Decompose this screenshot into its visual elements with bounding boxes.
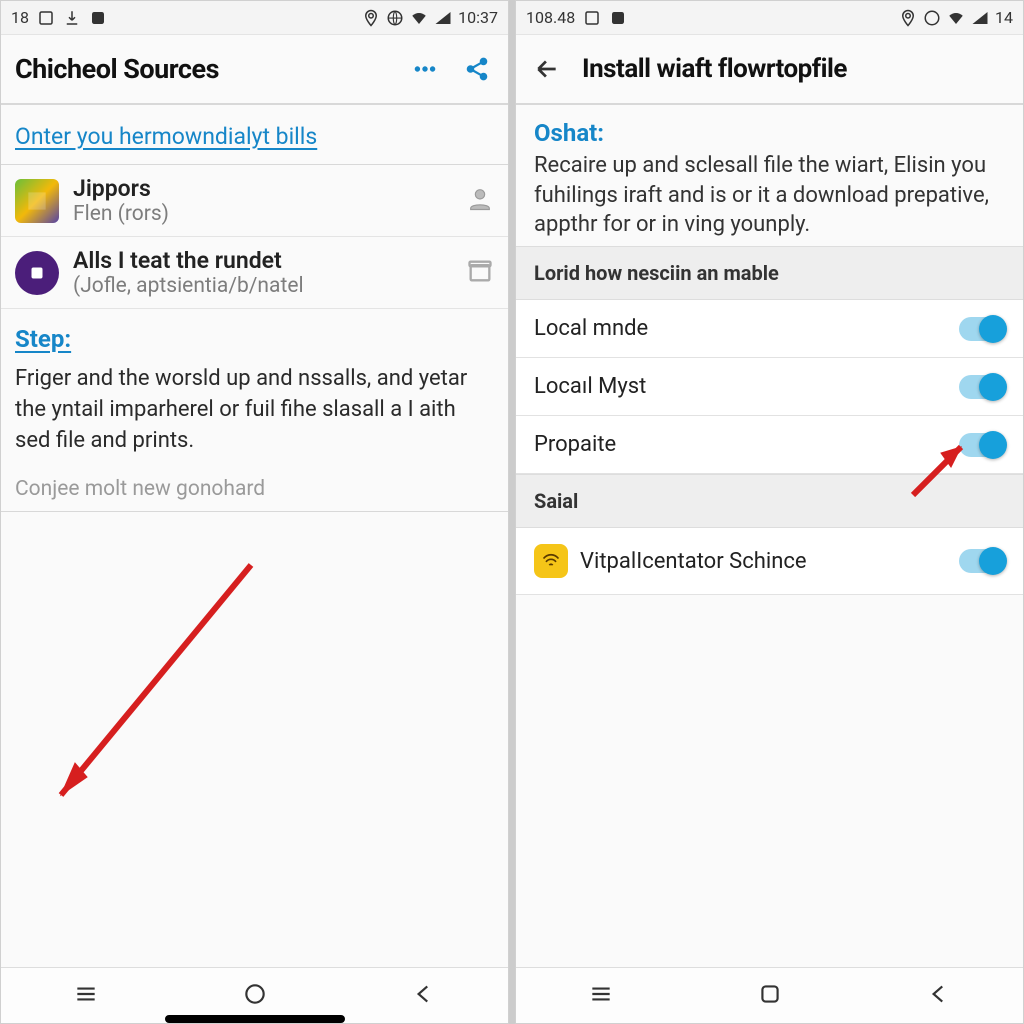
status-bar: 108.48 14 [516, 1, 1023, 35]
toggle-switch[interactable] [959, 317, 1005, 341]
page-title: Install wiaft flowrtopfile [582, 54, 1009, 84]
wifi-icon [947, 9, 965, 27]
status-left-text: 108.48 [526, 8, 575, 27]
signal-icon [971, 9, 989, 27]
left-phone-frame: 18 10:37 Chicheol Sources Onter you herm… [0, 0, 509, 1024]
toggle-label: Locaıl Myst [534, 374, 646, 399]
list-item-title: Jippors [73, 175, 452, 202]
toggle-row[interactable]: Locaıl Myst [516, 358, 1023, 416]
muted-caption: Conjee molt new gonohard [1, 467, 508, 512]
back-button[interactable] [411, 981, 437, 1011]
clock-text: 14 [995, 8, 1013, 27]
app-bar: Install wiaft flowrtopfile [516, 35, 1023, 105]
toggle-row[interactable]: VitpalIcentator Schince [516, 528, 1023, 595]
step-heading: Step: [1, 309, 508, 357]
location-icon [899, 9, 917, 27]
globe-icon [923, 9, 941, 27]
recents-button[interactable] [73, 981, 99, 1011]
recents-button[interactable] [588, 981, 614, 1011]
clock-text: 10:37 [458, 8, 498, 27]
status-bar: 18 10:37 [1, 1, 508, 35]
list-item[interactable]: Jippors Flen (rors) [1, 165, 508, 237]
app-icon [609, 9, 627, 27]
section-header: Lorid how nesciin an mable [516, 246, 1023, 300]
status-left-text: 18 [11, 8, 29, 27]
home-button[interactable] [757, 981, 783, 1011]
notification-icon [37, 9, 55, 27]
signal-icon [434, 9, 452, 27]
content-area: Onter you hermowndialyt bills Jippors Fl… [1, 105, 508, 967]
page-title: Chicheol Sources [15, 53, 390, 85]
toggle-label: Local mnde [534, 316, 648, 341]
app-icon-vitpal [534, 544, 568, 578]
toggle-switch[interactable] [959, 375, 1005, 399]
header-link[interactable]: Onter you hermowndialyt bills [1, 105, 508, 165]
app-icon [89, 9, 107, 27]
right-phone-frame: 108.48 14 Install wiaft flowrtopfile Osh… [515, 0, 1024, 1024]
download-icon [63, 9, 81, 27]
app-bar: Chicheol Sources [1, 35, 508, 105]
back-button[interactable] [926, 981, 952, 1011]
toggle-row[interactable]: Local mnde [516, 300, 1023, 358]
toggle-row[interactable]: Propaite [516, 416, 1023, 474]
toggle-label: Propaite [534, 432, 616, 457]
step-paragraph: Friger and the worsld up and nssalls, an… [1, 357, 508, 467]
toggle-switch[interactable] [959, 433, 1005, 457]
notification-icon [583, 9, 601, 27]
list-item-subtitle: (Jofle, aptsientia/b/natel [73, 274, 452, 298]
list-item-subtitle: Flen (rors) [73, 202, 452, 226]
app-icon-jippors [15, 179, 59, 223]
overflow-menu-button[interactable] [408, 52, 442, 86]
list-item-title: Alls I teat the rundet [73, 247, 452, 274]
nav-bar [516, 967, 1023, 1023]
content-area: Oshat: Recaire up and sclesall file the … [516, 105, 1023, 967]
info-paragraph: Recaire up and sclesall file the wiart, … [534, 151, 1005, 240]
back-arrow-button[interactable] [530, 52, 564, 86]
archive-icon [466, 257, 494, 289]
location-icon [362, 9, 380, 27]
toggle-label: VitpalIcentator Schince [580, 549, 807, 574]
info-heading: Oshat: [534, 119, 1005, 147]
annotation-arrow [31, 545, 271, 829]
person-icon [466, 185, 494, 217]
wifi-icon [410, 9, 428, 27]
app-icon-alls [15, 251, 59, 295]
section-header: Saial [516, 474, 1023, 528]
nav-bar [1, 967, 508, 1023]
gesture-bar [165, 1015, 345, 1023]
home-button[interactable] [242, 981, 268, 1011]
toggle-switch[interactable] [959, 549, 1005, 573]
globe-icon [386, 9, 404, 27]
list-item[interactable]: Alls I teat the rundet (Jofle, aptsienti… [1, 237, 508, 309]
share-button[interactable] [460, 52, 494, 86]
